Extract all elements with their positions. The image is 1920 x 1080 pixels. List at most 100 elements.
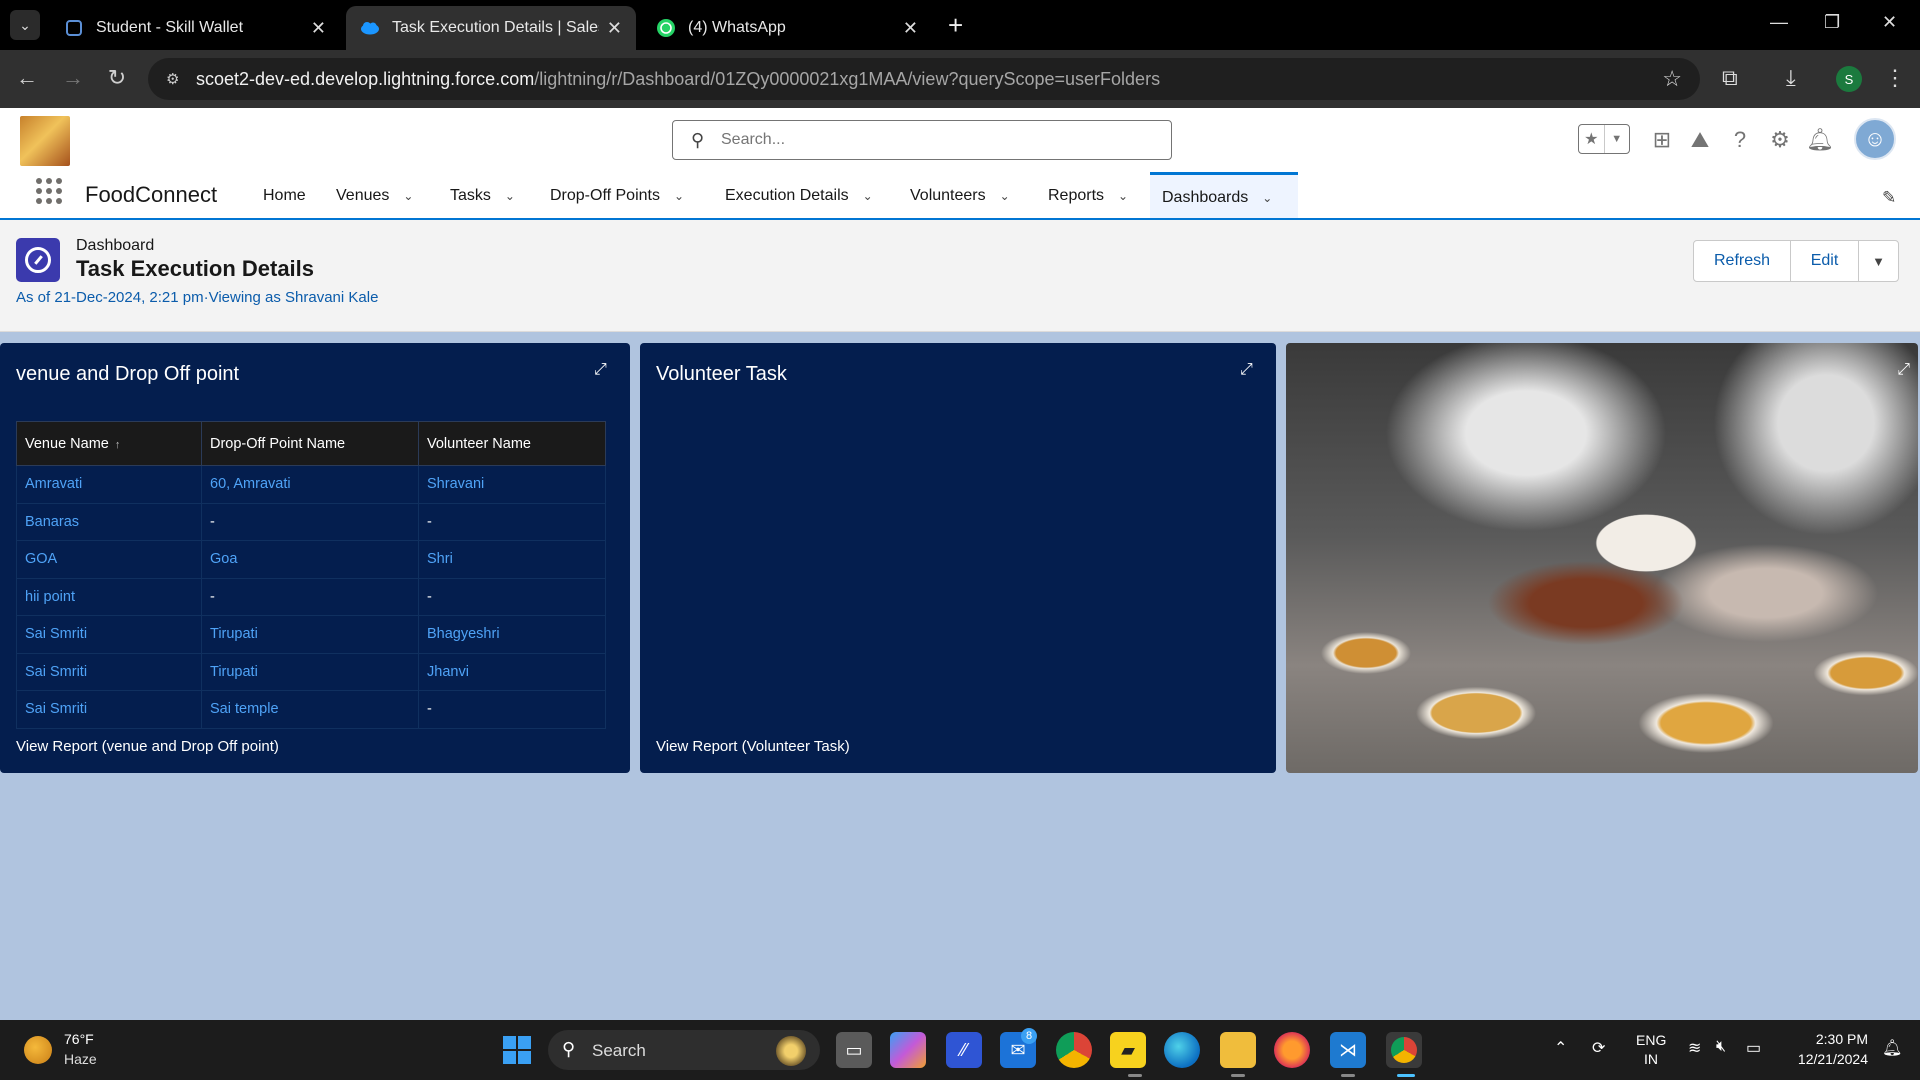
nav-item-drop-off-points[interactable]: Drop-Off Points ⌄ [538, 172, 696, 220]
clock-time[interactable]: 2:30 PM [1778, 1031, 1868, 1047]
weather-haze-icon[interactable] [24, 1036, 52, 1064]
chevron-down-icon[interactable]: ⌄ [863, 189, 873, 203]
favorites-chevron-icon[interactable]: ▼ [1603, 125, 1630, 153]
nav-item-execution-details[interactable]: Execution Details ⌄ [713, 172, 885, 220]
chrome-profile-icon[interactable] [1386, 1032, 1422, 1068]
task-view-icon[interactable]: ▭ [836, 1032, 872, 1068]
volunteer-link[interactable]: Shravani [418, 465, 606, 504]
drop-off-link[interactable]: Tirupati [201, 615, 419, 654]
edge-icon[interactable] [1164, 1032, 1200, 1068]
venue-link[interactable]: Banaras [16, 502, 202, 541]
column-header-volunteer[interactable]: Volunteer Name [418, 421, 606, 466]
close-tab-icon[interactable]: ✕ [607, 18, 622, 39]
chevron-down-icon[interactable]: ⌄ [674, 189, 684, 203]
notifications-bell-icon[interactable]: 🔔︎ [1806, 126, 1834, 154]
drop-off-link[interactable]: Goa [201, 540, 419, 579]
battery-icon[interactable]: ▭ [1746, 1038, 1761, 1058]
favorites-group[interactable]: ★ ▼ [1578, 124, 1630, 154]
chevron-down-icon[interactable]: ⌄ [1262, 191, 1272, 205]
favorites-star-icon[interactable]: ★ [1579, 125, 1604, 153]
reload-icon[interactable]: ↻ [102, 64, 132, 92]
venue-link[interactable]: Sai Smriti [16, 652, 202, 691]
close-tab-icon[interactable]: ✕ [311, 18, 326, 39]
drop-off-link[interactable]: 60, Amravati [201, 465, 419, 504]
forward-arrow-icon[interactable]: → [58, 64, 88, 92]
volunteer-link[interactable]: Shri [418, 540, 606, 579]
drop-off-link[interactable]: Tirupati [201, 652, 419, 691]
region-indicator[interactable]: IN [1644, 1051, 1658, 1067]
nav-item-dashboards[interactable]: Dashboards ⌄ [1150, 172, 1298, 220]
chevron-down-icon[interactable]: ⌄ [505, 189, 515, 203]
view-report-link[interactable]: View Report (venue and Drop Off point) [16, 738, 279, 755]
speaker-muted-icon[interactable]: 🔇︎ [1716, 1038, 1726, 1056]
venue-link[interactable]: Sai Smriti [16, 690, 202, 729]
browser-menu-icon[interactable]: ⋮ [1884, 64, 1906, 92]
wifi-icon[interactable]: ≋ [1688, 1038, 1701, 1058]
drop-off-link[interactable]: Sai temple [201, 690, 419, 729]
clock-date[interactable]: 12/21/2024 [1778, 1051, 1868, 1067]
more-actions-chevron-icon[interactable]: ▼ [1858, 241, 1898, 281]
help-icon[interactable]: ? [1726, 126, 1754, 154]
vscode-icon[interactable]: ⋊ [1330, 1032, 1366, 1068]
address-bar[interactable]: ⚙ scoet2-dev-ed.develop.lightning.force.… [148, 58, 1700, 100]
chrome-icon[interactable] [1056, 1032, 1092, 1068]
sort-ascending-icon[interactable]: ↑ [115, 439, 121, 451]
venue-link[interactable]: hii point [16, 577, 202, 616]
expand-icon[interactable]: ⤢ [1240, 361, 1253, 379]
show-hidden-icons-chevron-icon[interactable]: ⌃ [1554, 1038, 1567, 1058]
venue-link[interactable]: Sai Smriti [16, 615, 202, 654]
column-header-drop-off[interactable]: Drop-Off Point Name [201, 421, 419, 466]
volunteer-link[interactable]: Bhagyeshri [418, 615, 606, 654]
close-tab-icon[interactable]: ✕ [903, 18, 918, 39]
expand-icon[interactable]: ⤢ [594, 361, 607, 379]
user-avatar[interactable]: ☺ [1854, 118, 1896, 160]
restore-icon[interactable]: ❐ [1824, 12, 1840, 33]
view-report-link[interactable]: View Report (Volunteer Task) [656, 738, 850, 755]
close-window-icon[interactable]: ✕ [1882, 12, 1897, 33]
bookmark-star-icon[interactable]: ☆ [1662, 66, 1682, 92]
site-info-icon[interactable]: ⚙ [166, 70, 184, 88]
global-create-icon[interactable]: ⊞ [1648, 126, 1676, 154]
nav-item-volunteers[interactable]: Volunteers ⌄ [898, 172, 1022, 220]
venue-link[interactable]: Amravati [16, 465, 202, 504]
visual-studio-icon[interactable]: ⁄⁄ [946, 1032, 982, 1068]
venue-link[interactable]: GOA [16, 540, 202, 579]
firefox-icon[interactable] [1274, 1032, 1310, 1068]
chevron-down-icon[interactable]: ⌄ [1000, 189, 1010, 203]
nav-item-venues[interactable]: Venues ⌄ [324, 172, 425, 220]
global-search-input[interactable] [721, 129, 1151, 151]
sync-icon[interactable]: ⟳ [1592, 1038, 1605, 1058]
tab-whatsapp[interactable]: (4) WhatsApp ✕ [642, 6, 932, 50]
minimize-icon[interactable]: — [1770, 12, 1788, 33]
edit-button[interactable]: Edit [1790, 241, 1858, 281]
nav-item-tasks[interactable]: Tasks ⌄ [438, 172, 527, 220]
sticky-notes-icon[interactable]: ▰ [1110, 1032, 1146, 1068]
taskbar-search[interactable]: ⚲ Search [548, 1030, 820, 1070]
column-header-venue[interactable]: Venue Name ↑ [16, 421, 202, 466]
volunteer-link[interactable]: Jhanvi [418, 652, 606, 691]
tab-search-button[interactable]: ⌄ [10, 10, 40, 40]
weather-description[interactable]: Haze [64, 1051, 97, 1067]
tab-task-execution[interactable]: Task Execution Details | Salesfor ✕ [346, 6, 636, 50]
download-icon[interactable]: ⤓ [1786, 64, 1796, 92]
org-logo[interactable] [20, 116, 70, 166]
language-indicator[interactable]: ENG [1636, 1032, 1666, 1048]
edit-nav-pencil-icon[interactable]: ✎ [1882, 188, 1896, 208]
back-arrow-icon[interactable]: ← [12, 64, 42, 92]
refresh-button[interactable]: Refresh [1694, 241, 1790, 281]
extensions-icon[interactable]: ⧉ [1722, 64, 1738, 92]
expand-icon[interactable]: ⤢ [1897, 361, 1910, 379]
browser-profile-avatar[interactable]: S [1836, 66, 1862, 92]
file-explorer-icon[interactable] [1220, 1032, 1256, 1068]
new-tab-button[interactable]: + [948, 12, 963, 38]
windows-start-icon[interactable] [503, 1036, 531, 1064]
global-search-box[interactable]: ⚲ [672, 120, 1172, 160]
app-launcher-icon[interactable] [36, 178, 62, 204]
copilot-icon[interactable] [890, 1032, 926, 1068]
nav-item-home[interactable]: Home [251, 172, 318, 220]
trailhead-icon[interactable]: ⛰ [1686, 126, 1714, 154]
tab-skill-wallet[interactable]: Student - Skill Wallet ✕ [50, 6, 340, 50]
nav-item-reports[interactable]: Reports ⌄ [1036, 172, 1140, 220]
chevron-down-icon[interactable]: ⌄ [1118, 189, 1128, 203]
weather-temperature[interactable]: 76°F [64, 1031, 94, 1047]
